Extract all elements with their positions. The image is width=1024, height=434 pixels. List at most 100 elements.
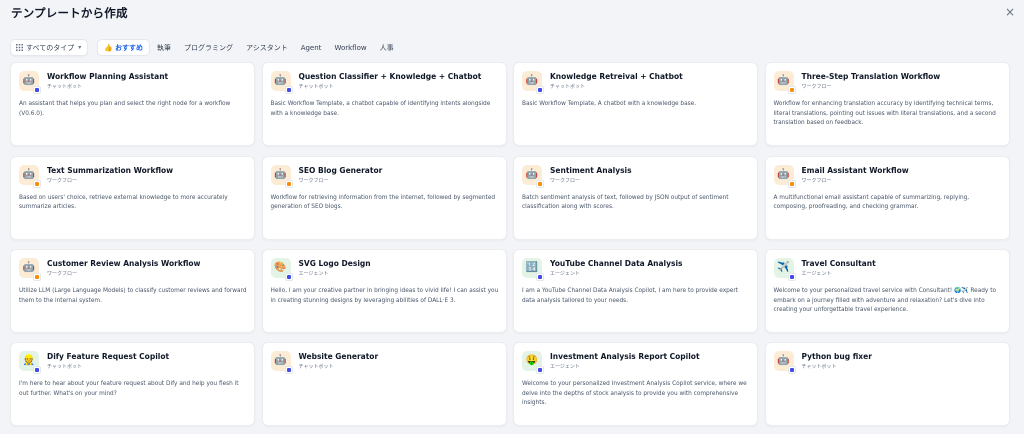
template-description: A multifunctional email assistant capabl… bbox=[773, 194, 970, 211]
template-name: SEO Blog Generator bbox=[298, 165, 383, 175]
template-name: Question Classifier + Knowledge + Chatbo… bbox=[298, 72, 482, 81]
template-description: Based on users' choice, retrieve externa… bbox=[19, 194, 228, 211]
mode-badge-icon bbox=[33, 179, 41, 188]
mode-badge-icon bbox=[33, 366, 41, 374]
category-tabs: すべてのタイプ ▾ 👍 おすすめ 執筆 プログラミング アシスタント Agent Workf… bbox=[10, 39, 401, 56]
template-mode: ワークフロー bbox=[801, 84, 832, 90]
template-mode: ワークフロー bbox=[47, 271, 78, 277]
close-icon[interactable]: × bbox=[1004, 6, 1016, 18]
template-name: Website Generator bbox=[298, 352, 379, 361]
template-description: Batch sentiment analysis of text, follow… bbox=[522, 194, 729, 211]
type-select-label: すべてのタイプ bbox=[26, 43, 75, 52]
mode-badge-icon bbox=[536, 179, 544, 188]
tab-label: 執筆 bbox=[156, 43, 171, 52]
template-name: Workflow Planning Assistant bbox=[47, 72, 169, 81]
template-description: I'm here to hear about your feature requ… bbox=[19, 381, 239, 397]
type-select[interactable]: すべてのタイプ ▾ bbox=[10, 39, 89, 56]
mode-badge-icon bbox=[33, 86, 41, 94]
template-name: Python bug fixer bbox=[801, 352, 872, 361]
template-mode: ワークフロー bbox=[298, 177, 329, 184]
template-name: Customer Review Analysis Workflow bbox=[47, 259, 201, 268]
template-mode: チャットボット bbox=[298, 84, 334, 90]
mode-badge-icon bbox=[787, 179, 796, 188]
template-mode: エージェント bbox=[550, 271, 580, 277]
dialog-header: テンプレートから作成 × bbox=[0, 0, 1024, 34]
template-card[interactable]: 🤖 Sentiment Analysis ワークフロー Batch sentiment… bbox=[513, 155, 758, 240]
tab-1[interactable]: 執筆 bbox=[151, 39, 177, 56]
template-name: Travel Consultant bbox=[801, 259, 876, 268]
mode-badge-icon bbox=[284, 273, 293, 281]
template-card[interactable]: 🤖 Three-Step Translation Workflow ワークフロー Wo… bbox=[764, 62, 1010, 146]
template-description: Workflow for enhancing translation accur… bbox=[773, 101, 996, 126]
template-description: Welcome to your personalized Investment … bbox=[522, 381, 747, 406]
template-card[interactable]: 🤖 Customer Review Analysis Workflow ワークフロー… bbox=[10, 249, 255, 333]
template-mode: チャットボット bbox=[801, 364, 837, 370]
template-card[interactable]: ✈️ Travel Consultant エージェント Welcome to your… bbox=[764, 249, 1010, 333]
tab-0[interactable]: 👍 おすすめ bbox=[97, 39, 150, 56]
template-description: Hello, I am your creative partner in bri… bbox=[270, 288, 499, 304]
template-description: Basic Workflow Template, A chatbot with … bbox=[522, 101, 697, 107]
template-description: An assistant that helps you plan and sel… bbox=[19, 101, 231, 117]
mode-badge-icon bbox=[284, 86, 293, 94]
template-name: Sentiment Analysis bbox=[550, 165, 632, 175]
template-card[interactable]: 👷 Dify Feature Request Copilot チャットボット I'm … bbox=[10, 342, 255, 426]
template-mode: チャットボット bbox=[298, 364, 334, 370]
template-card[interactable]: 🤖 SEO Blog Generator ワークフロー Workflow for re… bbox=[261, 155, 507, 240]
template-description: I am a YouTube Channel Data Analysis Cop… bbox=[522, 288, 739, 304]
template-description: Basic Workflow Template, a chatbot capab… bbox=[270, 101, 491, 117]
mode-badge-icon bbox=[284, 366, 293, 374]
tab-4[interactable]: Agent bbox=[295, 39, 328, 56]
template-name: Email Assistant Workflow bbox=[801, 165, 909, 175]
mode-badge-icon bbox=[536, 273, 544, 281]
template-card[interactable]: 🤖 Website Generator チャットボット bbox=[261, 342, 507, 426]
mode-badge-icon bbox=[787, 366, 796, 374]
tab-6[interactable]: 人事 bbox=[374, 39, 400, 56]
tab-label: Agent bbox=[300, 43, 322, 52]
template-card[interactable]: 🤖 Knowledge Retreival + Chatbot チャットボット Bas… bbox=[513, 62, 758, 146]
template-card[interactable]: 🤖 Workflow Planning Assistant チャットボット An as… bbox=[10, 62, 255, 146]
template-mode: ワークフロー bbox=[550, 177, 581, 184]
template-card[interactable]: 🎨 SVG Logo Design エージェント Hello, I am your c… bbox=[261, 249, 507, 333]
tab-2[interactable]: プログラミング bbox=[178, 39, 239, 56]
mode-badge-icon bbox=[33, 273, 41, 281]
template-mode: チャットボット bbox=[47, 364, 82, 370]
template-name: YouTube Channel Data Analysis bbox=[550, 259, 683, 268]
tab-list: 👍 おすすめ 執筆 プログラミング アシスタント Agent Workflow 人事 bbox=[97, 39, 400, 56]
template-card[interactable]: 🤖 Question Classifier + Knowledge + Chatb… bbox=[261, 62, 507, 146]
template-description: Workflow for retrieving information from… bbox=[270, 194, 496, 211]
tab-label: おすすめ bbox=[114, 43, 143, 52]
template-name: Knowledge Retreival + Chatbot bbox=[550, 72, 683, 81]
template-card[interactable]: 🤖 Text Summarization Workflow ワークフロー Based … bbox=[10, 155, 255, 240]
thumbs-up-icon: 👍 bbox=[104, 43, 113, 52]
template-card[interactable]: 🤑 Investment Analysis Report Copilot エージェン… bbox=[513, 342, 758, 426]
template-mode: ワークフロー bbox=[801, 177, 832, 184]
template-name: Three-Step Translation Workflow bbox=[801, 72, 941, 81]
template-card[interactable]: 🔢 YouTube Channel Data Analysis エージェント I am… bbox=[513, 249, 758, 333]
template-name: Investment Analysis Report Copilot bbox=[550, 352, 700, 361]
template-name: Dify Feature Request Copilot bbox=[47, 352, 170, 361]
template-mode: エージェント bbox=[298, 271, 329, 277]
tab-label: アシスタント bbox=[245, 43, 288, 52]
grid-icon bbox=[16, 44, 23, 51]
template-description: Welcome to your personalized travel serv… bbox=[773, 288, 997, 313]
tab-5[interactable]: Workflow bbox=[328, 39, 372, 56]
template-description: Utilize LLM (Large Language Models) to c… bbox=[19, 288, 247, 304]
template-card[interactable]: 🤖 Email Assistant Workflow ワークフロー A multifu… bbox=[764, 155, 1010, 240]
tab-3[interactable]: アシスタント bbox=[240, 39, 294, 56]
mode-badge-icon bbox=[536, 86, 544, 94]
tab-label: 人事 bbox=[379, 43, 394, 52]
tab-label: Workflow bbox=[334, 43, 367, 52]
template-mode: チャットボット bbox=[550, 84, 585, 90]
template-name: Text Summarization Workflow bbox=[47, 165, 174, 175]
template-name: SVG Logo Design bbox=[298, 259, 371, 268]
mode-badge-icon bbox=[787, 86, 796, 94]
mode-badge-icon bbox=[284, 179, 293, 188]
chevron-down-icon: ▾ bbox=[78, 44, 82, 51]
mode-badge-icon bbox=[787, 273, 796, 281]
template-mode: エージェント bbox=[801, 271, 832, 277]
template-mode: チャットボット bbox=[47, 84, 82, 90]
template-mode: エージェント bbox=[550, 364, 580, 370]
template-card[interactable]: 🤖 Python bug fixer チャットボット bbox=[764, 342, 1010, 426]
mode-badge-icon bbox=[536, 366, 544, 374]
template-mode: ワークフロー bbox=[47, 177, 78, 184]
